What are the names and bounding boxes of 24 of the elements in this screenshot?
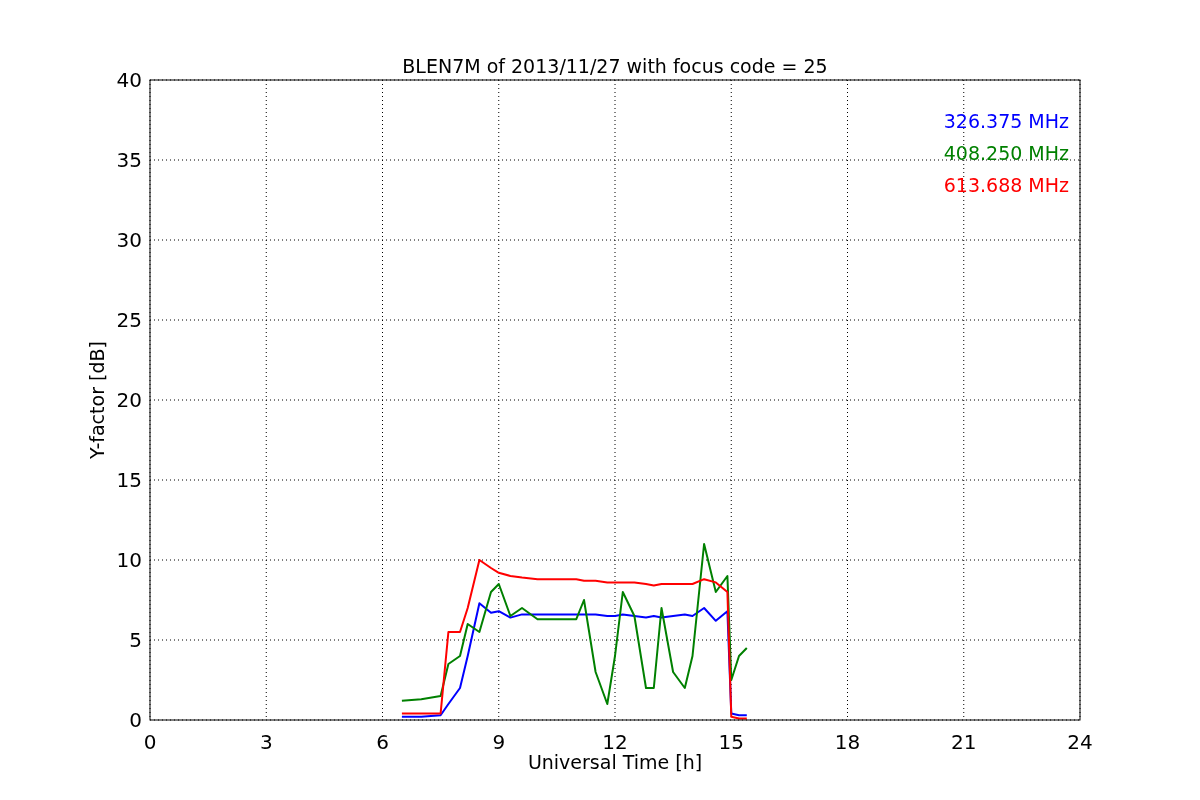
x-tick-label: 18 bbox=[834, 730, 861, 754]
x-tick-label: 21 bbox=[951, 730, 977, 754]
x-tick-label: 0 bbox=[143, 730, 157, 754]
legend-label: 326.375 MHz bbox=[943, 110, 1069, 132]
x-tick-label: 6 bbox=[376, 730, 389, 754]
y-tick-label: 5 bbox=[129, 628, 142, 652]
y-tick-label: 30 bbox=[116, 228, 142, 252]
legend-label: 613.688 MHz bbox=[943, 174, 1069, 196]
y-tick-label: 15 bbox=[116, 468, 142, 492]
y-tick-label: 25 bbox=[116, 308, 142, 332]
x-tick-label: 9 bbox=[492, 730, 506, 754]
x-tick-label: 12 bbox=[602, 730, 628, 754]
legend-label: 408.250 MHz bbox=[943, 142, 1069, 164]
y-tick-label: 0 bbox=[129, 708, 142, 732]
x-tick-label: 15 bbox=[718, 730, 744, 754]
chart-title: BLEN7M of 2013/11/27 with focus code = 25 bbox=[402, 55, 828, 77]
x-tick-label: 3 bbox=[259, 730, 273, 754]
y-tick-label: 35 bbox=[116, 148, 142, 172]
x-tick-label: 24 bbox=[1067, 730, 1093, 754]
y-tick-label: 20 bbox=[116, 388, 142, 412]
x-axis-label: Universal Time [h] bbox=[527, 751, 703, 773]
y-axis-label: Y-factor [dB] bbox=[86, 341, 108, 459]
y-tick-label: 10 bbox=[116, 548, 142, 572]
y-tick-label: 40 bbox=[116, 68, 142, 92]
